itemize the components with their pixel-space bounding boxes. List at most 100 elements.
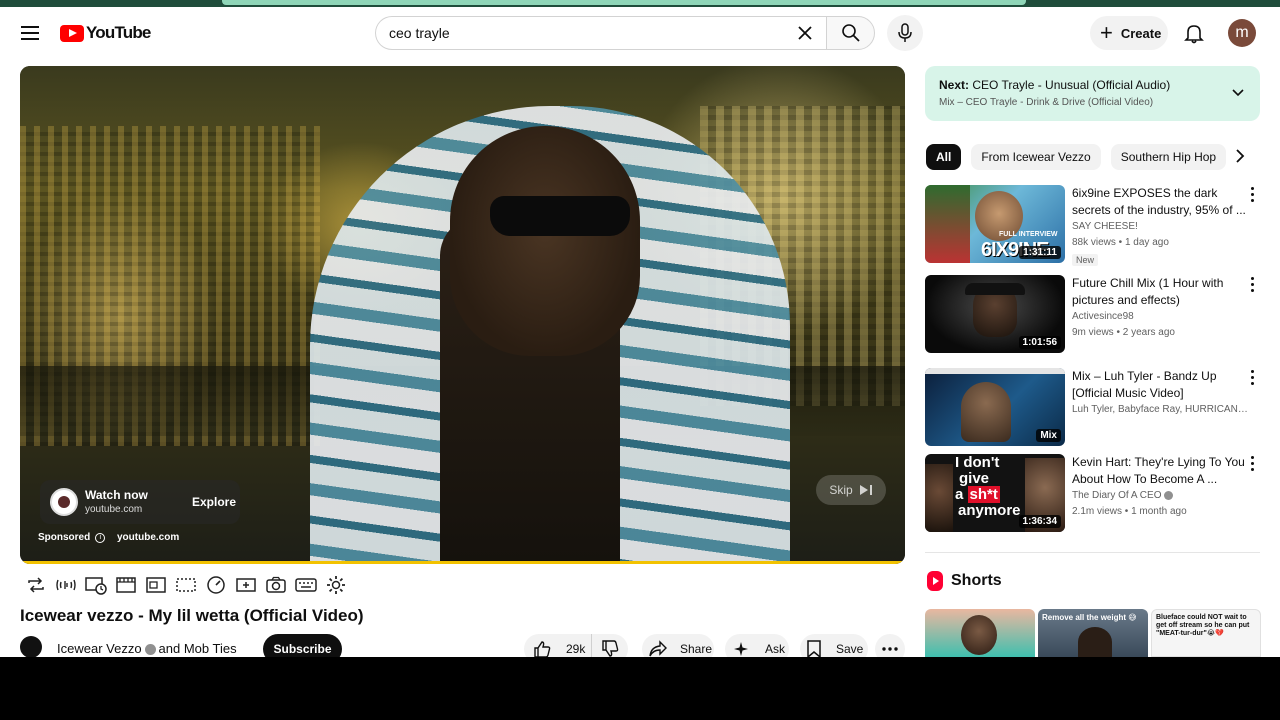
ad-title: Watch now — [85, 488, 148, 502]
ask-label: Ask — [765, 642, 786, 656]
bookmark-icon — [807, 640, 821, 657]
recommendation-meta: 2.1m views • 1 month ago — [1072, 506, 1187, 517]
youtube-play-icon — [60, 24, 84, 42]
recommendation-item[interactable]: I don't give a sh*t anymore 1:36:34 Kevi… — [925, 454, 1265, 536]
recommendation-title[interactable]: Mix – Luh Tyler - Bandz Up [Official Mus… — [1072, 368, 1250, 402]
speedometer-icon[interactable] — [204, 573, 228, 597]
chip-all[interactable]: All — [926, 144, 962, 170]
theater-mode-icon[interactable] — [174, 573, 198, 597]
progress-bar[interactable] — [20, 561, 905, 564]
like-button[interactable]: 29k — [524, 634, 592, 657]
section-divider — [925, 552, 1260, 553]
thumb-caption-line2: give — [959, 470, 990, 487]
save-button[interactable]: Save — [800, 634, 868, 657]
ask-button[interactable]: Ask — [725, 634, 789, 657]
ad-site-link[interactable]: youtube.com — [117, 532, 179, 543]
advertiser-logo — [50, 488, 78, 516]
skip-label: Skip — [829, 483, 853, 497]
dislike-button[interactable] — [592, 634, 628, 657]
ad-explore-button[interactable]: Explore — [180, 490, 248, 514]
plus-icon: + — [1100, 20, 1113, 45]
recommendation-channel[interactable]: Luh Tyler, Babyface Ray, HURRICANE WISDO… — [1072, 404, 1250, 415]
recommendation-title[interactable]: Kevin Hart: They're Lying To You About H… — [1072, 454, 1250, 488]
thumb-caption-line3b: sh*t — [967, 486, 1000, 503]
watch-later-screen-icon[interactable] — [84, 573, 108, 597]
new-badge: New — [1072, 254, 1099, 266]
screenshot-camera-icon[interactable] — [264, 573, 288, 597]
progress-bar-fill — [20, 561, 905, 564]
chevron-right-icon[interactable] — [1230, 146, 1250, 166]
youtube-logo[interactable]: YouTube — [60, 23, 151, 43]
channel-avatar[interactable] — [20, 636, 42, 657]
ad-domain: youtube.com — [85, 504, 143, 515]
clear-search-icon[interactable] — [796, 24, 814, 42]
ad-info-icon[interactable]: i — [95, 532, 106, 543]
thumb-subtitle: FULL INTERVIEW — [999, 231, 1058, 238]
recommendation-channel[interactable]: SAY CHEESE! — [1072, 221, 1250, 232]
more-vertical-icon[interactable] — [1250, 277, 1256, 293]
add-frame-icon[interactable] — [234, 573, 258, 597]
channel-collab[interactable]: and Mob Ties — [159, 641, 237, 656]
picture-in-picture-icon[interactable] — [144, 573, 168, 597]
recommendation-title[interactable]: 6ix9ine EXPOSES the dark secrets of the … — [1072, 185, 1250, 219]
search-icon — [841, 24, 860, 42]
skip-ad-button[interactable]: Skip — [816, 475, 886, 505]
thumb-caption-line3a: a — [955, 486, 968, 503]
search-button[interactable] — [826, 16, 875, 50]
youtube-watch-page: YouTube + Create m — [0, 0, 1280, 657]
video-thumbnail[interactable]: FULL INTERVIEW 6IX9INE 1:31:11 — [925, 185, 1065, 263]
audio-waves-icon[interactable] — [54, 573, 78, 597]
create-button[interactable]: + Create — [1090, 16, 1168, 50]
shorts-heading: Shorts — [951, 572, 1002, 589]
recommendation-item[interactable]: Mix Mix – Luh Tyler - Bandz Up [Official… — [925, 368, 1265, 450]
short-thumbnail[interactable]: Blueface could NOT wait to get off strea… — [1151, 609, 1261, 657]
more-vertical-icon[interactable] — [1250, 456, 1256, 472]
chip-from-channel[interactable]: From Icewear Vezzo — [971, 144, 1101, 170]
subscribe-button[interactable]: Subscribe — [263, 634, 342, 657]
short-caption: Remove all the weight 😅 — [1042, 613, 1137, 622]
video-player[interactable]: Watch now youtube.com Explore Sponsored … — [20, 66, 905, 564]
recommendation-channel-row[interactable]: The Diary Of A CEO — [1072, 490, 1250, 501]
thumb-caption-line1: I don't — [955, 454, 1000, 471]
next-title-row: Next: CEO Trayle - Unusual (Official Aud… — [939, 78, 1170, 92]
short-thumbnail[interactable]: Remove all the weight 😅 — [1038, 609, 1148, 657]
film-strip-icon[interactable] — [114, 573, 138, 597]
save-label: Save — [836, 642, 864, 656]
more-actions-button[interactable] — [875, 634, 905, 657]
recommendation-item[interactable]: FULL INTERVIEW 6IX9INE 1:31:11 6ix9ine E… — [925, 185, 1265, 267]
recommendation-item[interactable]: 1:01:56 Future Chill Mix (1 Hour with pi… — [925, 275, 1265, 357]
microphone-icon — [898, 23, 912, 42]
chip-southern-hip-hop[interactable]: Southern Hip Hop — [1110, 144, 1227, 170]
voice-search-button[interactable] — [887, 15, 923, 51]
up-next-card[interactable]: Next: CEO Trayle - Unusual (Official Aud… — [925, 66, 1260, 121]
more-vertical-icon[interactable] — [1250, 187, 1256, 203]
more-vertical-icon[interactable] — [1250, 370, 1256, 386]
like-dislike-group: 29k — [524, 634, 628, 657]
video-thumbnail[interactable]: 1:01:56 — [925, 275, 1065, 353]
video-thumbnail[interactable]: Mix — [925, 368, 1065, 446]
short-thumbnail[interactable] — [925, 609, 1035, 657]
account-avatar[interactable]: m — [1228, 19, 1256, 47]
search-box — [375, 16, 826, 50]
keyboard-icon[interactable] — [294, 573, 318, 597]
shorts-logo-icon — [927, 571, 943, 591]
channel-name-row[interactable]: Icewear Vezzo and Mob Ties — [57, 641, 237, 656]
chevron-down-icon[interactable] — [1231, 86, 1245, 100]
notifications-bell-icon[interactable] — [1182, 21, 1206, 45]
settings-gear-icon[interactable] — [324, 573, 348, 597]
share-button[interactable]: Share — [642, 634, 714, 657]
more-horizontal-icon — [882, 647, 898, 651]
recommendation-title[interactable]: Future Chill Mix (1 Hour with pictures a… — [1072, 275, 1250, 309]
recommendation-channel[interactable]: Activesince98 — [1072, 311, 1250, 322]
ad-card[interactable]: Watch now youtube.com Explore — [40, 480, 240, 524]
create-label: Create — [1120, 25, 1162, 41]
verified-badge-icon — [1164, 490, 1174, 500]
hamburger-menu-icon[interactable] — [18, 21, 42, 45]
channel-name[interactable]: Icewear Vezzo — [57, 641, 142, 656]
search-input[interactable] — [389, 17, 789, 49]
recommendation-meta: 9m views • 2 years ago — [1072, 327, 1175, 338]
video-thumbnail[interactable]: I don't give a sh*t anymore 1:36:34 — [925, 454, 1065, 532]
share-arrow-icon — [649, 640, 667, 657]
loop-icon[interactable] — [24, 573, 48, 597]
recommendation-channel[interactable]: The Diary Of A CEO — [1072, 490, 1161, 501]
